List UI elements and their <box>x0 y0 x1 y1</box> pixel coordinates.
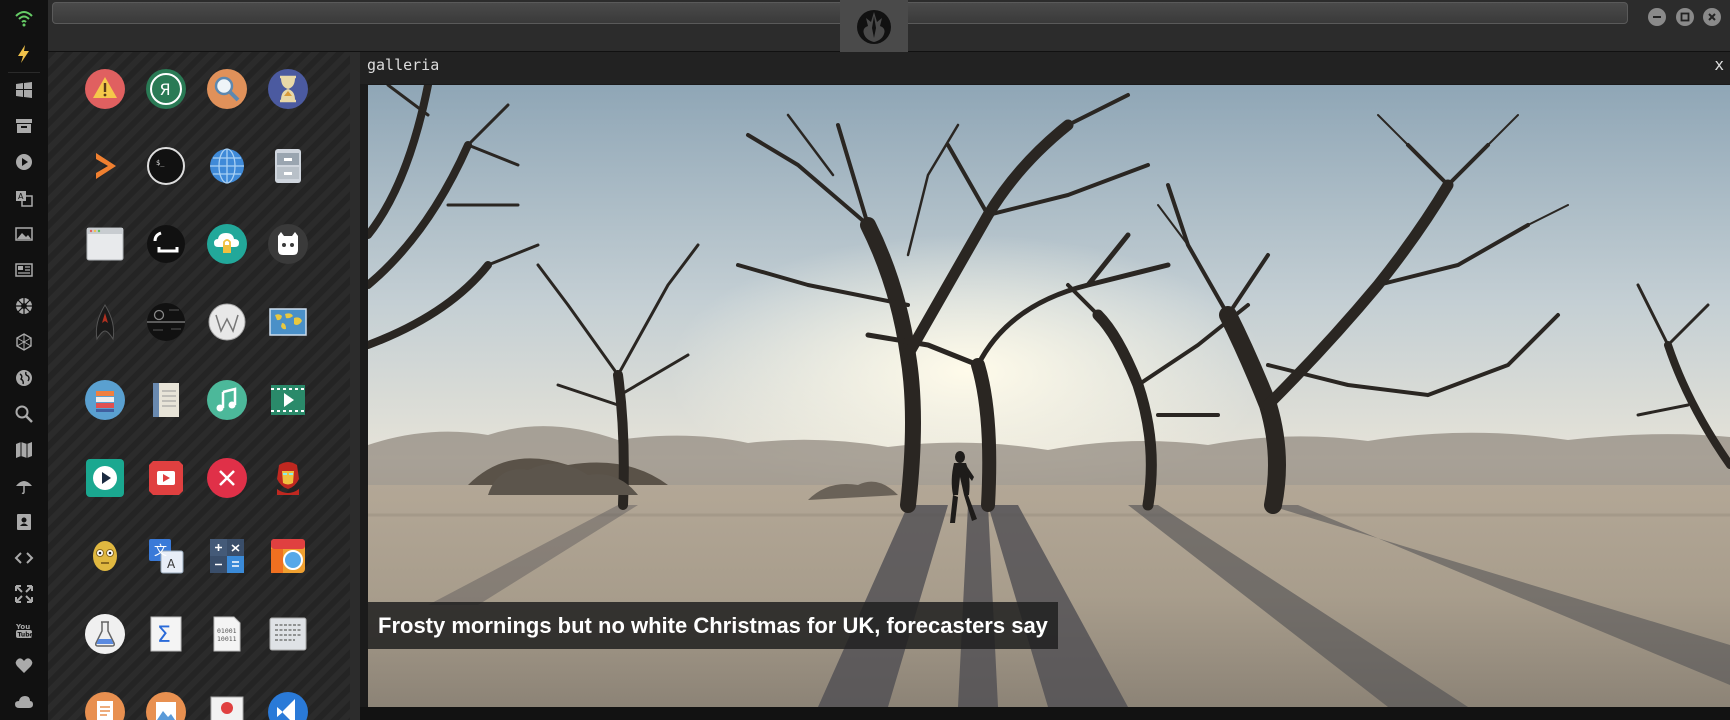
file-cabinet-app-icon[interactable] <box>267 145 309 187</box>
map-icon[interactable] <box>12 438 36 462</box>
starfleet-app-icon[interactable] <box>84 301 126 343</box>
empire-icon[interactable] <box>12 294 36 318</box>
wifi-icon[interactable] <box>12 6 36 30</box>
news-icon[interactable] <box>12 258 36 282</box>
c3po-app-icon[interactable] <box>84 535 126 577</box>
youtube-icon[interactable]: You Tube <box>12 618 36 642</box>
close-circle-app-icon[interactable] <box>206 457 248 499</box>
wikipedia-app-icon[interactable] <box>206 301 248 343</box>
rebel-alliance-logo-tab[interactable] <box>840 0 908 52</box>
svg-text:Σ: Σ <box>157 623 171 648</box>
chemistry-app-icon[interactable] <box>84 613 126 655</box>
svg-text:A: A <box>18 192 24 201</box>
svg-text:文: 文 <box>154 544 167 559</box>
warning-app-icon[interactable] <box>84 68 126 110</box>
books-app-icon[interactable] <box>84 379 126 421</box>
left-dock: A You Tube <box>0 0 48 720</box>
umbrella-icon[interactable] <box>12 474 36 498</box>
minimize-button[interactable] <box>1648 8 1666 26</box>
heart-icon[interactable] <box>12 654 36 678</box>
document-app-icon[interactable] <box>84 691 126 720</box>
iron-man-app-icon[interactable] <box>267 457 309 499</box>
cloud-icon[interactable] <box>12 690 36 714</box>
cloud-lock-app-icon[interactable] <box>206 223 248 265</box>
window-app-icon[interactable] <box>84 223 126 265</box>
svg-text:01001: 01001 <box>217 627 237 635</box>
binary-file-app-icon[interactable]: 01001 10011 <box>206 613 248 655</box>
gallery-header: galleria x <box>360 52 1730 84</box>
gallery-title: galleria <box>367 56 440 74</box>
rebel-alliance-logo-icon <box>857 10 891 44</box>
lightning-icon[interactable] <box>12 42 36 66</box>
death-star-app-icon[interactable] <box>145 301 187 343</box>
app-launcher-panel: Я $_ 文 A Σ 01001 10011 <box>48 52 350 720</box>
globe-icon[interactable] <box>12 366 36 390</box>
yandex-app-icon[interactable]: Я <box>145 68 187 110</box>
media-player-app-icon[interactable] <box>84 457 126 499</box>
music-app-icon[interactable] <box>206 379 248 421</box>
video-app-icon[interactable] <box>267 379 309 421</box>
world-map-app-icon[interactable] <box>267 301 309 343</box>
search-icon[interactable] <box>12 402 36 426</box>
search-app-icon[interactable] <box>206 68 248 110</box>
gallery-close-button[interactable]: x <box>1714 55 1724 74</box>
contacts-icon[interactable] <box>12 510 36 534</box>
translate-icon[interactable]: A <box>12 186 36 210</box>
vscode-app-icon[interactable] <box>267 691 309 720</box>
youtube-app-icon[interactable] <box>145 457 187 499</box>
terminal-app-icon[interactable]: $_ <box>145 145 187 187</box>
notebook-app-icon[interactable] <box>145 379 187 421</box>
title-bar <box>48 0 1730 52</box>
gallery-caption[interactable]: Frosty mornings but no white Christmas f… <box>368 602 1058 649</box>
gallery-footer <box>360 707 1730 720</box>
expand-icon[interactable] <box>12 582 36 606</box>
svg-text:A: A <box>167 557 176 571</box>
svg-text:Я: Я <box>160 80 171 99</box>
text-editor-app-icon[interactable] <box>267 613 309 655</box>
translate-app-icon[interactable]: 文A <box>145 535 187 577</box>
launcher-scrollbar[interactable] <box>350 52 360 720</box>
close-window-button[interactable] <box>1703 8 1721 26</box>
gallery-panel: galleria x Frosty mornings but no white … <box>360 52 1730 720</box>
code-icon[interactable] <box>12 546 36 570</box>
svg-text:$_: $_ <box>156 159 165 167</box>
svg-text:10011: 10011 <box>217 635 237 643</box>
network-icon[interactable] <box>12 330 36 354</box>
image-icon[interactable] <box>12 222 36 246</box>
image-viewer-app-icon[interactable] <box>145 691 187 720</box>
presentation-app-icon[interactable] <box>206 691 248 720</box>
color-browser-app-icon[interactable] <box>267 535 309 577</box>
hourglass-app-icon[interactable] <box>267 68 309 110</box>
archive-icon[interactable] <box>12 114 36 138</box>
bracket-app-icon[interactable] <box>145 223 187 265</box>
svg-text:You: You <box>15 623 30 631</box>
calculator-app-icon[interactable] <box>206 535 248 577</box>
sigma-app-icon[interactable]: Σ <box>145 613 187 655</box>
windows-icon[interactable] <box>12 78 36 102</box>
sublime-app-icon[interactable] <box>84 145 126 187</box>
browser-globe-app-icon[interactable] <box>206 145 248 187</box>
dock-separator <box>8 72 40 73</box>
maximize-button[interactable] <box>1676 8 1694 26</box>
svg-text:Tube: Tube <box>18 632 34 639</box>
github-app-icon[interactable] <box>267 223 309 265</box>
play-icon[interactable] <box>12 150 36 174</box>
